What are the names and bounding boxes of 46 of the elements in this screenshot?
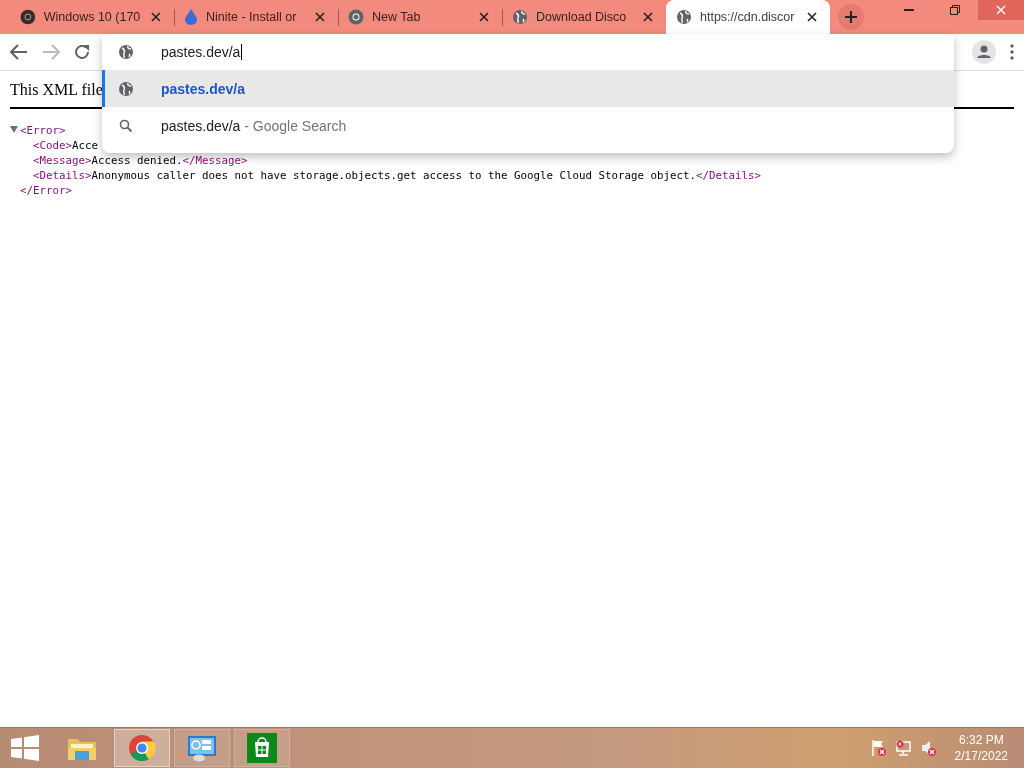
globe-icon [512,9,528,25]
browser-tab[interactable]: New Tab [338,0,502,34]
close-icon[interactable] [804,12,820,22]
taskbar-app[interactable] [234,729,290,767]
circle-icon [20,9,36,25]
reload-icon[interactable] [74,44,90,60]
close-icon[interactable] [640,12,656,22]
close-icon[interactable] [476,12,492,22]
back-icon[interactable] [10,44,28,60]
taskbar-app[interactable] [114,729,170,767]
chrome-icon [348,9,364,25]
xml-line: <Message>Access denied.</Message> [33,154,248,167]
browser-tab[interactable]: https://cdn.discor [666,0,830,34]
globe-icon [118,44,134,60]
minimize-icon [904,9,914,11]
close-icon[interactable] [312,12,328,22]
xml-tag: <Error> [20,124,66,137]
collapse-triangle-icon[interactable] [10,126,18,133]
search-icon [119,118,133,133]
profile-icon[interactable] [972,40,996,64]
network-icon[interactable] [895,739,912,757]
globe-icon [118,80,134,97]
store-icon [247,733,277,763]
xml-line: <Details>Anonymous caller does not have storage.objects.get access to the Google Cloud Storage object.</Details> [33,169,762,182]
speaker-icon[interactable] [920,739,937,757]
plus-icon [845,11,857,23]
close-icon [996,5,1006,15]
browser-tab[interactable]: Ninite - Install or [174,0,338,34]
suggestion-item[interactable]: pastes.dev/a - Google Search [102,107,954,144]
address-field[interactable]: pastes.dev/a [161,44,243,60]
browser-tab[interactable]: Windows 10 (170 [10,0,174,34]
chrome-icon [128,734,156,762]
flag-icon[interactable] [870,739,887,757]
xml-line: <Code>Acce [33,139,99,152]
drop-icon [184,9,198,25]
suggestion-item[interactable]: pastes.dev/a [102,70,954,107]
control-panel-icon [187,734,217,762]
xml-tag: </Error> [20,184,72,197]
xml-notice-text: This XML file [10,81,103,98]
globe-icon [676,9,692,25]
menu-icon[interactable] [1010,44,1014,60]
new-tab-button[interactable] [838,4,864,30]
windows-logo-icon[interactable] [11,735,39,761]
restore-icon [950,5,960,15]
browser-tab[interactable]: Download Disco [502,0,666,34]
taskbar-app[interactable] [174,729,230,767]
